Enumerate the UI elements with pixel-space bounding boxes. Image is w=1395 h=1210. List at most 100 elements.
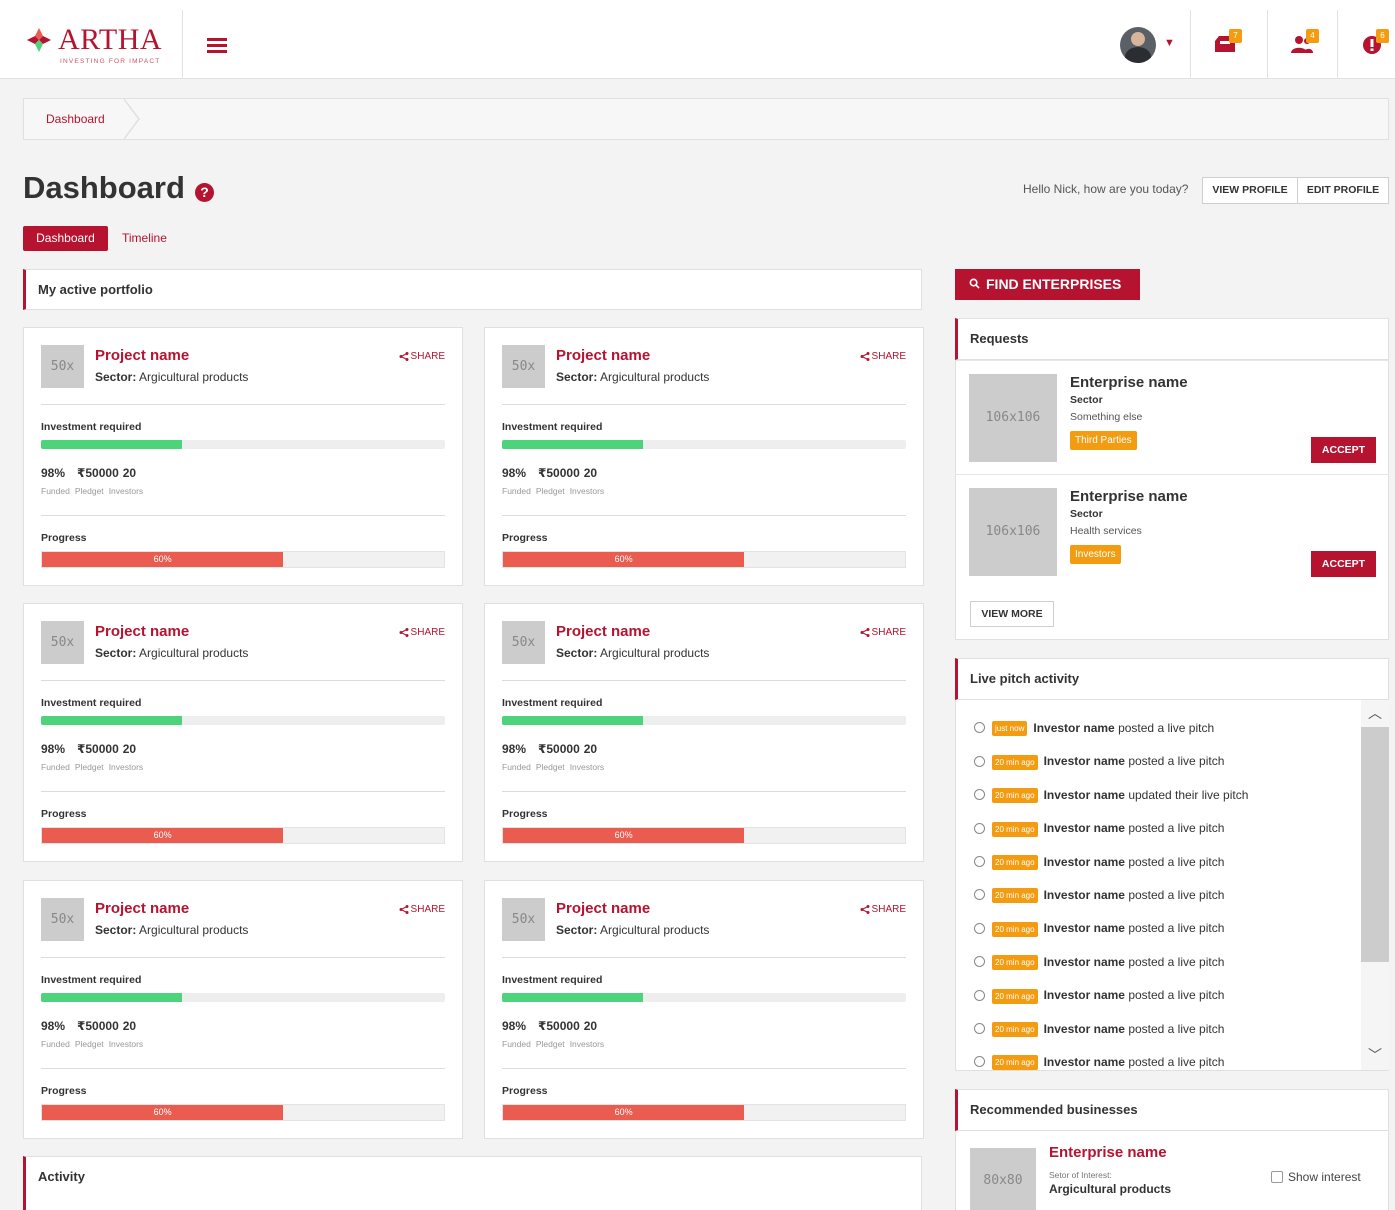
chevron-down-icon[interactable]: ▼ [1164,37,1175,49]
help-icon[interactable]: ? [195,183,214,202]
alerts-button[interactable]: 6 [1337,10,1395,78]
project-card[interactable]: 50x Project name Sector: Argicultural prod… [484,880,924,1139]
live-pitch-item[interactable]: 20 min ago Investor name posted a live pi… [974,855,1224,875]
activity-text: posted a live pitch [1128,954,1225,969]
share-button[interactable]: SHARE [860,627,906,638]
view-more-button[interactable]: VIEW MORE [970,601,1054,627]
activity-heading: Activity [23,1156,922,1210]
project-name[interactable]: Project name [556,347,650,364]
sector-value: Argicultural products [139,646,249,660]
live-pitch-item[interactable]: 20 min ago Investor name posted a live pi… [974,921,1224,941]
share-label: SHARE [871,627,906,638]
progress-label: Progress [502,1085,548,1097]
show-interest-checkbox[interactable]: Show interest [1271,1170,1361,1184]
investor-name[interactable]: Investor name [1044,955,1125,969]
enterprise-name[interactable]: Enterprise name [1049,1144,1167,1161]
accept-button[interactable]: ACCEPT [1311,551,1376,577]
live-pitch-item[interactable]: 20 min ago Investor name posted a live pi… [974,888,1224,908]
feed-scrollbar-thumb[interactable] [1361,727,1389,962]
live-pitch-item[interactable]: 20 min ago Investor name posted a live pi… [974,988,1224,1008]
live-pitch-item[interactable]: 20 min ago Investor name updated their li… [974,788,1248,808]
progress-bar-fill: 60% [42,1105,284,1120]
project-card[interactable]: 50x Project name Sector: Argicultural prod… [23,880,463,1139]
share-label: SHARE [410,904,445,915]
checkbox-icon[interactable] [1271,1170,1283,1183]
investor-name[interactable]: Investor name [1044,888,1125,902]
sector-label: Sector: [556,646,598,660]
project-card[interactable]: 50x Project name Sector: Argicultural prod… [23,603,463,862]
investor-name[interactable]: Investor name [1044,754,1125,768]
view-profile-button[interactable]: VIEW PROFILE [1202,177,1298,204]
live-pitch-item[interactable]: 20 min ago Investor name posted a live pi… [974,1022,1224,1042]
edit-profile-button[interactable]: EDIT PROFILE [1297,177,1389,204]
investor-name[interactable]: Investor name [1044,788,1125,802]
connections-button[interactable]: 4 [1267,10,1336,78]
investor-name[interactable]: Investor name [1044,1055,1125,1069]
share-button[interactable]: SHARE [399,904,445,915]
page-title: Dashboard [23,170,185,205]
share-button[interactable]: SHARE [399,627,445,638]
share-button[interactable]: SHARE [399,351,445,362]
scroll-down-icon[interactable]: ﹀ [1361,1042,1389,1068]
menu-toggle-icon[interactable] [207,38,227,54]
investment-bar-fill [41,716,183,725]
funding-stat-labels: Funded Pledget Investors [41,762,148,772]
time-badge: just now [992,721,1028,737]
user-menu[interactable]: ▼ [1120,27,1180,67]
messages-badge: 7 [1229,29,1242,43]
request-type-badge: Investors [1070,545,1121,564]
project-name[interactable]: Project name [556,623,650,640]
pledged-value: ₹50000 [77,466,119,480]
funding-stats: 98% ₹50000 20 [41,1019,148,1033]
show-interest-label: Show interest [1288,1170,1361,1184]
project-name[interactable]: Project name [95,347,189,364]
divider [502,515,906,516]
breadcrumb-item[interactable]: Dashboard [24,99,127,139]
messages-button[interactable]: 7 [1190,10,1259,78]
live-pitch-item[interactable]: just now Investor name posted a live pitc… [974,721,1214,741]
artha-logo[interactable]: ARTHA INVESTING FOR IMPACT [0,10,183,78]
project-card[interactable]: 50x Project name Sector: Argicultural prod… [484,603,924,862]
investor-name[interactable]: Investor name [1033,721,1114,735]
time-badge: 20 min ago [992,1021,1038,1037]
project-sector: Sector: Argicultural products [95,370,248,384]
accept-button[interactable]: ACCEPT [1311,437,1376,463]
share-icon [399,904,409,914]
investor-name[interactable]: Investor name [1044,921,1125,935]
investor-name[interactable]: Investor name [1044,821,1125,835]
project-name[interactable]: Project name [556,900,650,917]
investor-name[interactable]: Investor name [1044,855,1125,869]
investors-value: 20 [122,742,137,756]
project-name[interactable]: Project name [95,900,189,917]
find-enterprises-button[interactable]: FIND ENTERPRISES [955,269,1140,300]
enterprise-name[interactable]: Enterprise name [1070,488,1188,505]
project-thumbnail: 50x [502,621,545,664]
live-pitch-item[interactable]: 20 min ago Investor name posted a live pi… [974,955,1224,975]
scroll-up-icon[interactable]: ︿ [1361,700,1389,726]
investors-label: Investors [108,762,144,772]
request-item: 106x106 Enterprise name Sector Something el… [956,360,1388,474]
project-name[interactable]: Project name [95,623,189,640]
tab-dashboard[interactable]: Dashboard [23,226,108,251]
project-card[interactable]: 50x Project name Sector: Argicultural prod… [23,327,463,586]
investors-label: Investors [569,1039,605,1049]
funded-value: 98% [41,742,66,756]
investor-name[interactable]: Investor name [1044,1022,1125,1036]
investor-name[interactable]: Investor name [1044,988,1125,1002]
time-badge: 20 min ago [992,921,1038,937]
live-pitch-item[interactable]: 20 min ago Investor name posted a live pi… [974,754,1224,774]
project-card[interactable]: 50x Project name Sector: Argicultural prod… [484,327,924,586]
project-thumbnail: 50x [502,345,545,388]
logo-text: ARTHA [58,23,163,56]
share-button[interactable]: SHARE [860,351,906,362]
project-thumbnail: 50x [502,898,545,941]
share-button[interactable]: SHARE [860,904,906,915]
share-icon [860,904,870,914]
progress-bar-fill: 60% [503,828,745,843]
avatar[interactable] [1120,27,1156,63]
sector-value: Argicultural products [600,370,710,384]
tab-timeline[interactable]: Timeline [122,231,167,245]
live-pitch-item[interactable]: 20 min ago Investor name posted a live pi… [974,1055,1224,1070]
enterprise-name[interactable]: Enterprise name [1070,374,1188,391]
live-pitch-item[interactable]: 20 min ago Investor name posted a live pi… [974,821,1224,841]
